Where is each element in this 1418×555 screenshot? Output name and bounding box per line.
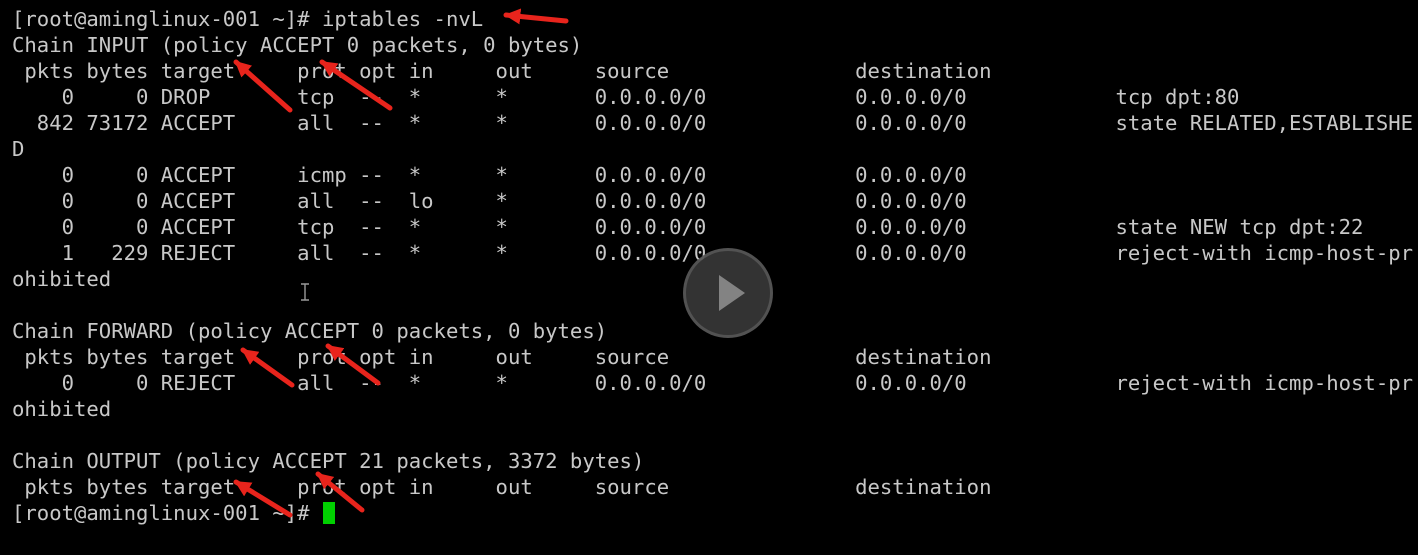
terminal-line: 0 0 ACCEPT icmp -- * * 0.0.0.0/0 0.0.0.0… [12,163,1104,187]
terminal-line: pkts bytes target prot opt in out source… [12,475,1104,499]
terminal-line: 842 73172 ACCEPT all -- * * 0.0.0.0/0 0.… [12,111,1414,135]
play-icon [719,275,745,311]
prompt-line[interactable]: [root@aminglinux-001 ~]# [12,500,1413,526]
play-button[interactable] [683,248,773,338]
terminal-line: 0 0 REJECT all -- * * 0.0.0.0/0 0.0.0.0/… [12,371,1414,395]
shell-prompt: [root@aminglinux-001 ~]# [12,501,322,525]
terminal-line: 0 0 DROP tcp -- * * 0.0.0.0/0 0.0.0.0/0 … [12,85,1240,109]
ibeam-cursor-icon [301,283,309,301]
terminal-cursor [322,502,335,524]
terminal-line: 0 0 ACCEPT all -- lo * 0.0.0.0/0 0.0.0.0… [12,189,1104,213]
terminal-line: pkts bytes target prot opt in out source… [12,345,1104,369]
terminal-line: ohibited [12,397,112,421]
terminal-line: Chain INPUT (policy ACCEPT 0 packets, 0 … [12,33,583,57]
terminal-window[interactable]: [root@aminglinux-001 ~]# iptables -nvL Ch… [0,0,1418,555]
terminal-line: Chain OUTPUT (policy ACCEPT 21 packets, … [12,449,645,473]
terminal-line: pkts bytes target prot opt in out source… [12,59,1104,83]
terminal-line: D [12,137,25,161]
terminal-line: [root@aminglinux-001 ~]# iptables -nvL [12,7,484,31]
terminal-line: 0 0 ACCEPT tcp -- * * 0.0.0.0/0 0.0.0.0/… [12,215,1364,239]
